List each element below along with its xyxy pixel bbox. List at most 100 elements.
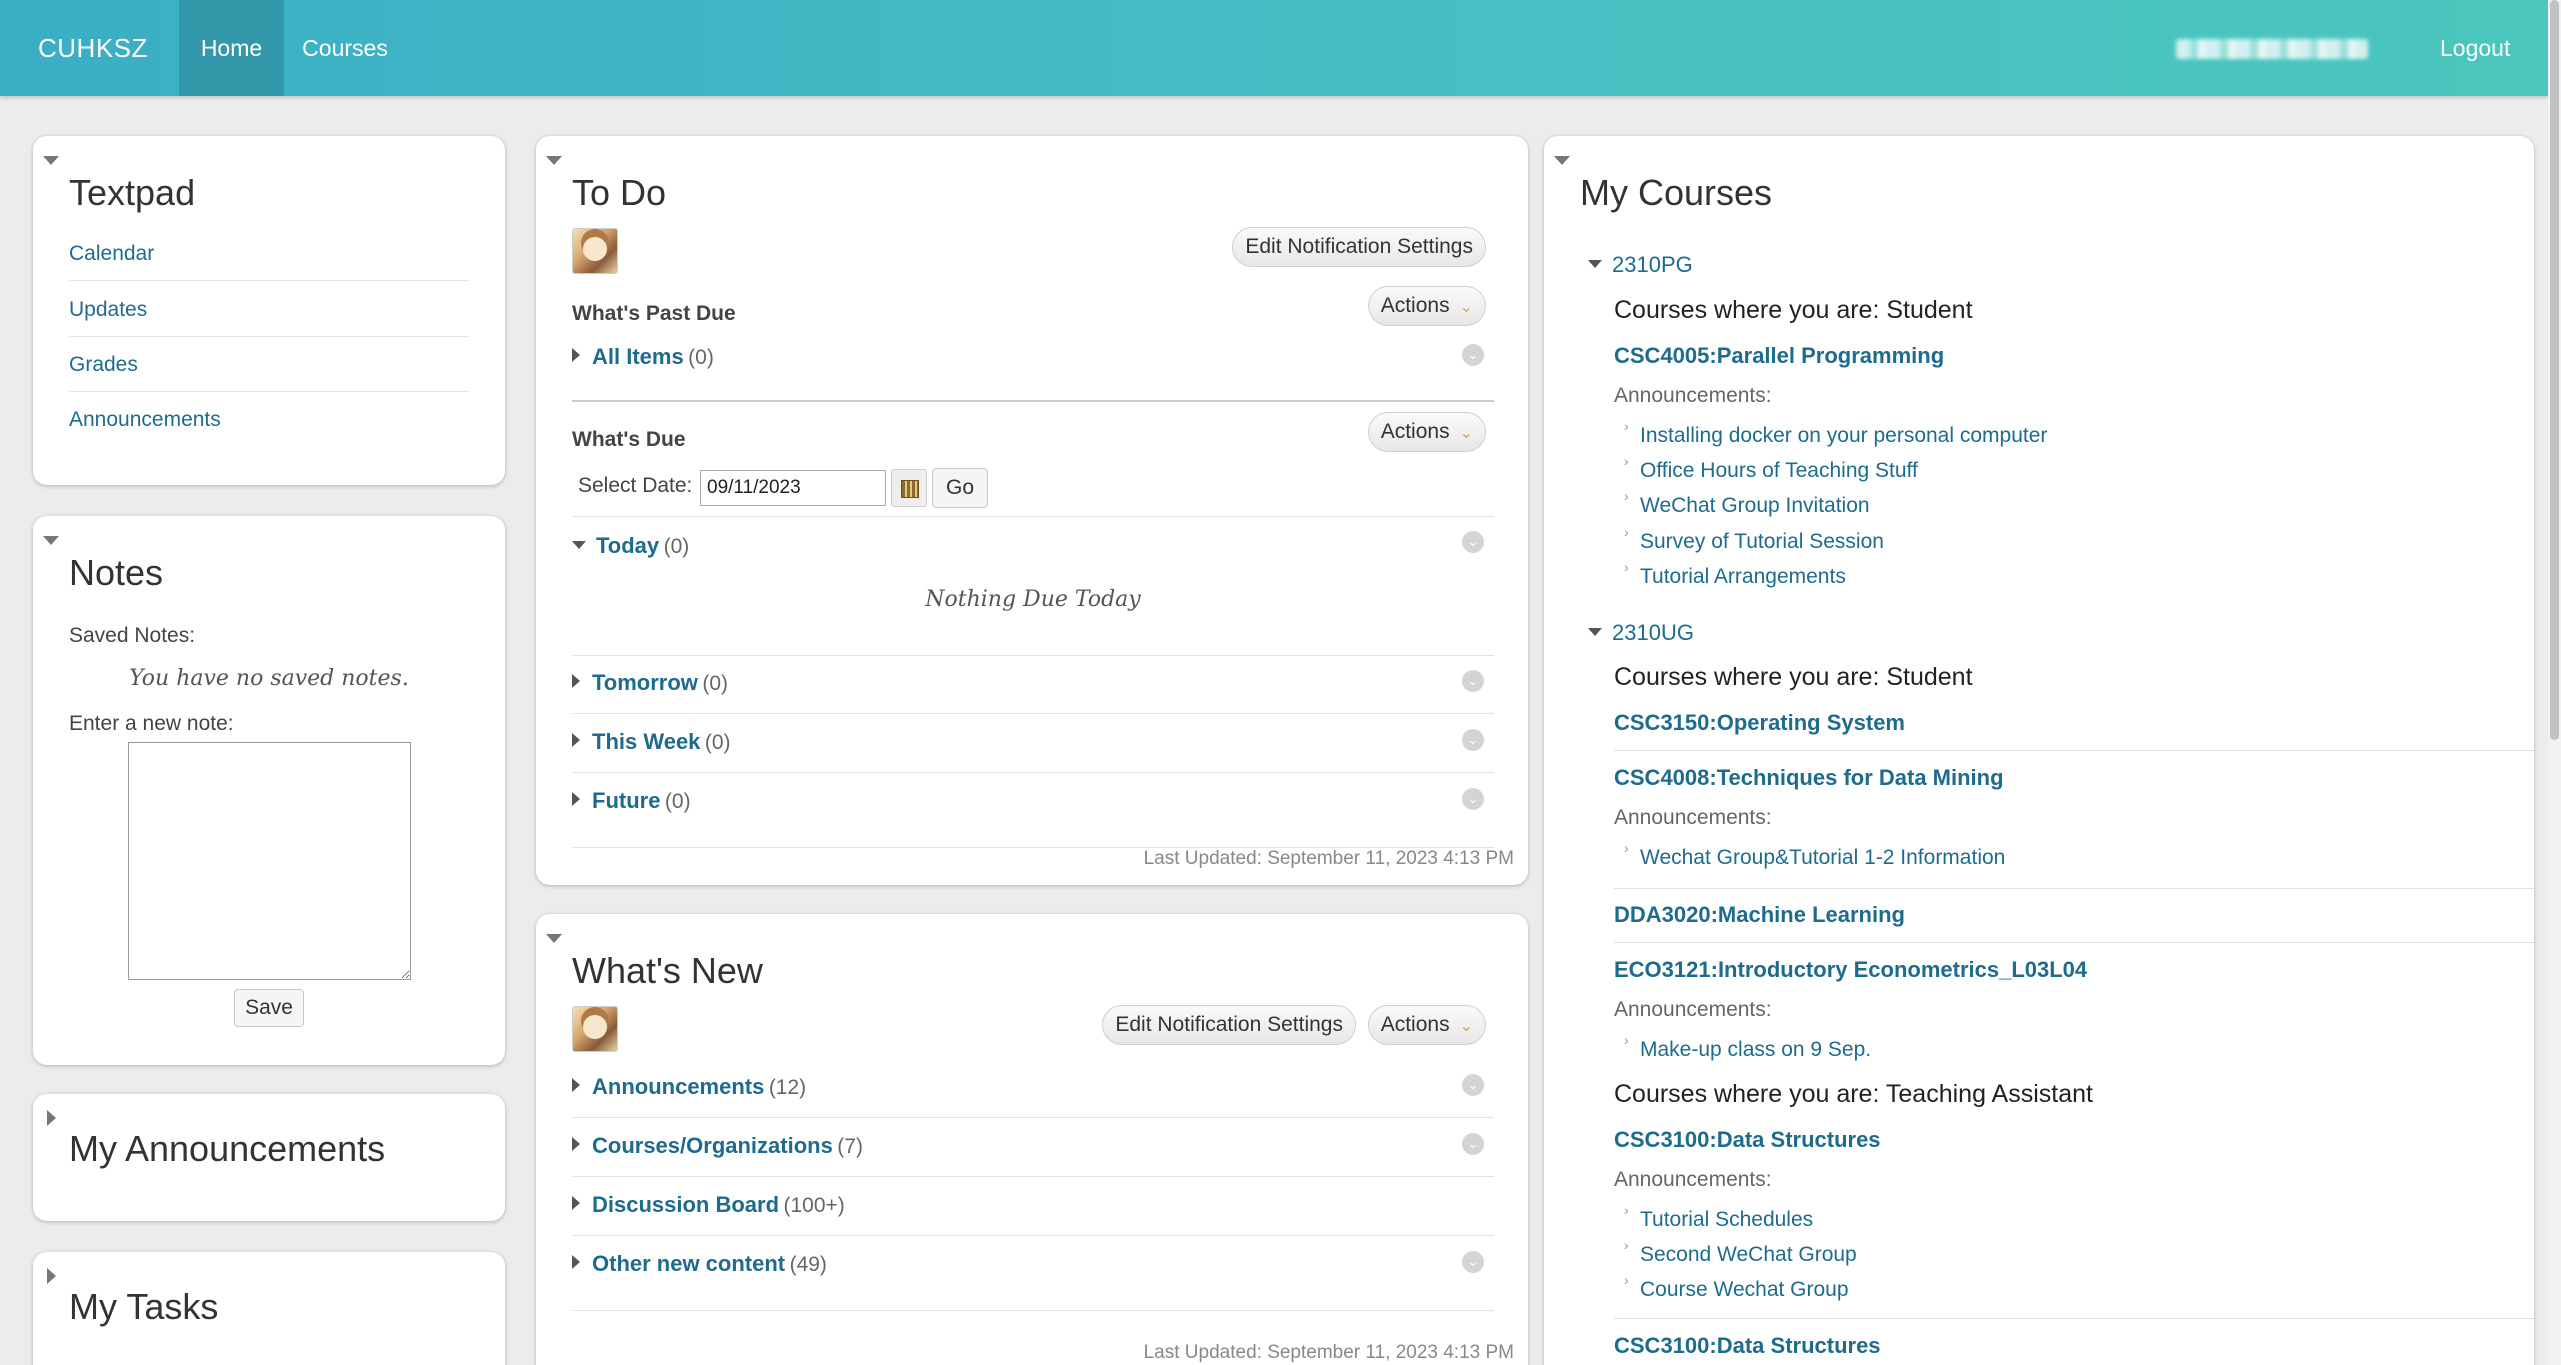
announcement-link[interactable]: › WeChat Group Invitation [1624,488,1870,518]
expand-arrow-icon[interactable] [572,792,580,806]
textpad-link-updates[interactable]: Updates [69,298,469,337]
term-toggle-2310ug[interactable]: 2310UG [1588,620,1694,646]
collapse-arrow-icon[interactable] [1588,628,1602,636]
date-input[interactable] [700,470,886,506]
whats-new-row-announcements[interactable]: Announcements (12) ⌄ [572,1060,1494,1118]
edit-notification-settings-button[interactable]: Edit Notification Settings [1102,1005,1356,1045]
course-link[interactable]: CSC3100:Data Structures [1614,1127,1881,1153]
expand-arrow-icon[interactable] [572,1196,580,1210]
announcement-text[interactable]: Installing docker on your personal compu… [1640,424,2047,447]
textpad-link-announcements[interactable]: Announcements [69,408,469,446]
bullet-chevron-icon: › [1624,1237,1629,1253]
this-week-link[interactable]: This Week [592,729,700,754]
collapse-toggle-icon[interactable] [546,156,562,165]
announcement-text[interactable]: Second WeChat Group [1640,1243,1857,1266]
todo-row-tomorrow[interactable]: Tomorrow (0) ⌄ [572,656,1494,714]
today-link[interactable]: Today [596,533,659,558]
calendar-icon[interactable] [891,469,927,507]
todo-row-this-week[interactable]: This Week (0) ⌄ [572,715,1494,773]
go-button[interactable]: Go [932,468,988,508]
announcement-text[interactable]: WeChat Group Invitation [1640,494,1870,517]
todo-row-today[interactable]: Today (0) ⌄ Nothing Due Today [572,516,1494,656]
whats-new-row-other[interactable]: Other new content (49) ⌄ [572,1237,1494,1311]
course-link[interactable]: CSC3150:Operating System [1614,710,1905,736]
collapse-arrow-icon[interactable] [572,541,586,549]
expand-toggle-icon[interactable] [47,1268,56,1284]
chevron-down-circle-icon[interactable]: ⌄ [1462,1133,1484,1155]
bullet-chevron-icon: › [1624,1202,1629,1218]
all-items-link[interactable]: All Items [592,344,684,369]
collapse-toggle-icon[interactable] [43,536,59,545]
announcement-link[interactable]: › Wechat Group&Tutorial 1-2 Information [1624,840,2005,870]
whats-new-actions-button[interactable]: Actions ⌄ [1367,1005,1486,1045]
announcement-text[interactable]: Tutorial Arrangements [1640,565,1846,588]
course-link[interactable]: ECO3121:Introductory Econometrics_L03L04 [1614,957,2087,983]
collapse-arrow-icon[interactable] [1588,260,1602,268]
new-note-label: Enter a new note: [69,712,234,735]
expand-arrow-icon[interactable] [572,348,580,362]
course-link[interactable]: CSC4008:Techniques for Data Mining [1614,765,2004,791]
expand-arrow-icon[interactable] [572,733,580,747]
expand-toggle-icon[interactable] [47,1110,56,1126]
whats-due-actions-button[interactable]: Actions ⌄ [1367,412,1486,452]
expand-arrow-icon[interactable] [572,1078,580,1092]
textpad-link-calendar[interactable]: Calendar [69,242,469,281]
announcement-text[interactable]: Office Hours of Teaching Stuff [1640,459,1918,482]
collapse-toggle-icon[interactable] [546,934,562,943]
announcement-link[interactable]: › Tutorial Schedules [1624,1202,1813,1232]
page-scrollbar[interactable] [2548,0,2561,1365]
announcement-text[interactable]: Wechat Group&Tutorial 1-2 Information [1640,846,2005,869]
past-due-actions-button[interactable]: Actions ⌄ [1367,286,1486,326]
edit-notification-settings-button[interactable]: Edit Notification Settings [1232,227,1486,267]
todo-row-all-items[interactable]: All Items (0) ⌄ [572,330,1494,388]
tomorrow-link[interactable]: Tomorrow [592,670,698,695]
nav-home-tab[interactable]: Home [179,0,284,96]
module-title: What's New [572,950,763,991]
chevron-down-circle-icon[interactable]: ⌄ [1462,344,1484,366]
announcement-link[interactable]: › Survey of Tutorial Session [1624,524,1884,554]
user-name-blurred[interactable] [2176,39,2368,59]
todo-row-future[interactable]: Future (0) ⌄ [572,774,1494,848]
other-content-link[interactable]: Other new content [592,1251,785,1276]
chevron-down-circle-icon[interactable]: ⌄ [1462,788,1484,810]
course-link[interactable]: DDA3020:Machine Learning [1614,902,1905,928]
logout-link[interactable]: Logout [2440,0,2510,96]
announcement-text[interactable]: Make-up class on 9 Sep. [1640,1038,1871,1061]
term-toggle-2310pg[interactable]: 2310PG [1588,252,1693,278]
announcement-link[interactable]: › Make-up class on 9 Sep. [1624,1032,1871,1062]
announcement-link[interactable]: › Second WeChat Group [1624,1237,1857,1267]
collapse-toggle-icon[interactable] [43,156,59,165]
chevron-down-circle-icon[interactable]: ⌄ [1462,729,1484,751]
expand-arrow-icon[interactable] [572,1137,580,1151]
nav-courses-tab[interactable]: Courses [284,0,406,96]
announcement-link[interactable]: › Course Wechat Group [1624,1272,1849,1302]
announcement-link[interactable]: › Installing docker on your personal comp… [1624,418,2047,448]
announcement-link[interactable]: › Tutorial Arrangements [1624,559,1846,589]
announcement-link[interactable]: › Office Hours of Teaching Stuff [1624,453,1918,483]
course-link[interactable]: CSC3100:Data Structures [1614,1333,1881,1359]
textpad-link-grades[interactable]: Grades [69,353,469,392]
discussion-board-link[interactable]: Discussion Board [592,1192,779,1217]
term-name[interactable]: 2310UG [1612,620,1694,645]
save-note-button[interactable]: Save [234,989,304,1027]
collapse-toggle-icon[interactable] [1554,156,1570,165]
announcement-text[interactable]: Tutorial Schedules [1640,1208,1813,1231]
scrollbar-thumb[interactable] [2550,0,2559,740]
whats-new-row-courses[interactable]: Courses/Organizations (7) ⌄ [572,1119,1494,1177]
announcement-text[interactable]: Survey of Tutorial Session [1640,530,1884,553]
future-link[interactable]: Future [592,788,660,813]
announcement-text[interactable]: Course Wechat Group [1640,1278,1849,1301]
chevron-down-circle-icon[interactable]: ⌄ [1462,1251,1484,1273]
whats-new-row-discussion[interactable]: Discussion Board (100+) [572,1178,1494,1236]
chevron-down-circle-icon[interactable]: ⌄ [1462,531,1484,553]
chevron-down-circle-icon[interactable]: ⌄ [1462,1074,1484,1096]
courses-organizations-link[interactable]: Courses/Organizations [592,1133,833,1158]
expand-arrow-icon[interactable] [572,1255,580,1269]
term-name[interactable]: 2310PG [1612,252,1693,277]
chevron-down-circle-icon[interactable]: ⌄ [1462,670,1484,692]
brand-logo[interactable]: CUHKSZ [38,0,148,96]
new-note-textarea[interactable] [128,742,411,980]
course-link[interactable]: CSC4005:Parallel Programming [1614,343,1944,369]
expand-arrow-icon[interactable] [572,674,580,688]
announcements-link[interactable]: Announcements [592,1074,764,1099]
